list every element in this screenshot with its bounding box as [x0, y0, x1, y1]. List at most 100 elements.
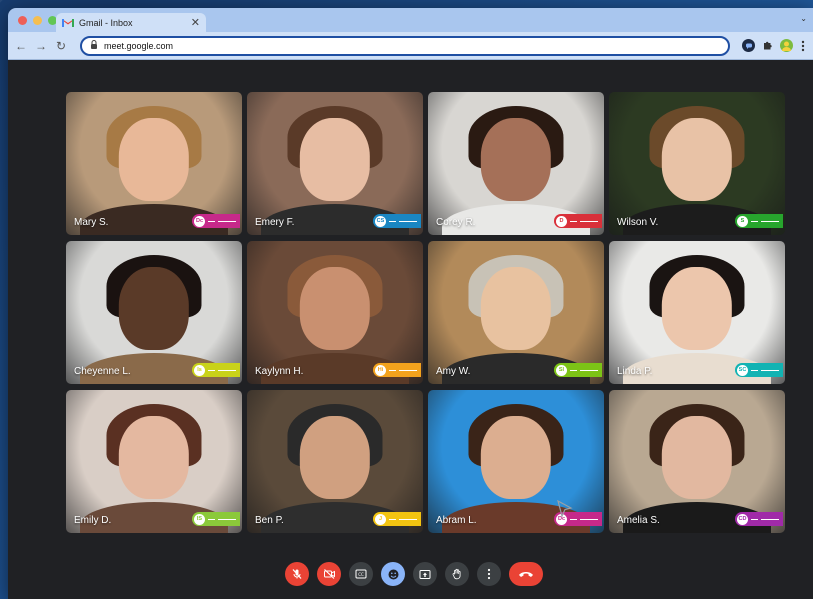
badge-line [580, 369, 598, 371]
participant-badge: Hi [373, 363, 421, 377]
badge-line [761, 369, 779, 371]
minimize-window-button[interactable] [33, 16, 42, 25]
participant-name: Amelia S. [617, 515, 660, 526]
back-icon[interactable]: ← [14, 39, 28, 53]
participant-name: Wilson V. [617, 217, 659, 228]
camera-off-icon [323, 568, 336, 580]
badge-line [218, 220, 236, 222]
participant-initials: Is [194, 364, 205, 376]
participant-badge: S [735, 214, 783, 228]
participant-tile[interactable]: Mary S. Dc [66, 92, 242, 235]
captions-icon: CC [355, 569, 367, 579]
portrait-face [118, 415, 190, 499]
camera-off-button[interactable] [317, 562, 341, 586]
reload-icon[interactable]: ↻ [54, 39, 68, 53]
avatar-extension-icon[interactable] [780, 39, 793, 52]
participant-tile[interactable]: Cheyenne L. Is [66, 241, 242, 384]
mic-off-button[interactable] [285, 562, 309, 586]
badge-dash [751, 220, 758, 222]
emoji-button[interactable] [381, 562, 405, 586]
leave-call-button[interactable] [509, 562, 543, 586]
portrait-face [661, 415, 733, 499]
participant-tile[interactable]: Abram L. Dc [428, 390, 604, 533]
portrait-face [299, 117, 371, 201]
present-button[interactable] [413, 562, 437, 586]
participant-initials: J [375, 513, 386, 525]
badge-line [580, 220, 598, 222]
badge-line [399, 369, 417, 371]
participant-name: Linda P. [617, 366, 653, 377]
participant-name: Amy W. [436, 366, 471, 377]
more-menu-icon[interactable] [799, 39, 807, 52]
close-window-button[interactable] [18, 16, 27, 25]
window-controls [18, 16, 57, 25]
participant-badge: Dc [192, 214, 240, 228]
participant-badge: IS [192, 512, 240, 526]
participant-name: Corey R. [436, 217, 476, 228]
participant-name: Emily D. [74, 515, 112, 526]
address-bar: ← → ↻ meet.google.com [8, 32, 813, 60]
participant-tile[interactable]: Kaylynn H. Hi [247, 241, 423, 384]
participant-initials: IS [194, 513, 205, 525]
tab-strip: Gmail - Inbox ✕ ⌄ [8, 8, 813, 32]
browser-tab[interactable]: Gmail - Inbox ✕ [56, 13, 206, 32]
participant-initials: Sl [556, 364, 567, 376]
browser-window: Gmail - Inbox ✕ ⌄ ← → ↻ meet.google.com [8, 8, 813, 599]
participant-tile[interactable]: Wilson V. S [609, 92, 785, 235]
portrait-face [480, 266, 552, 350]
participant-badge: CS [373, 214, 421, 228]
portrait-face [661, 266, 733, 350]
url-text: meet.google.com [104, 40, 174, 51]
badge-dash [389, 518, 396, 520]
participant-initials: S [737, 215, 748, 227]
participant-initials: D [556, 215, 567, 227]
portrait-face [118, 117, 190, 201]
participant-tile[interactable]: Amelia S. CD [609, 390, 785, 533]
participant-tile[interactable]: Ben P. J [247, 390, 423, 533]
badge-dash [570, 369, 577, 371]
badge-line [761, 220, 779, 222]
emoji-icon [387, 568, 400, 581]
url-input[interactable]: meet.google.com [80, 35, 730, 56]
more-options-button[interactable] [477, 562, 501, 586]
participant-tile[interactable]: Emily D. IS [66, 390, 242, 533]
portrait-face [299, 415, 371, 499]
portrait-face [118, 266, 190, 350]
participant-badge: Is [192, 363, 240, 377]
svg-text:CC: CC [358, 572, 364, 577]
extension-toolbar [742, 39, 807, 52]
participant-tile[interactable]: Linda P. SC [609, 241, 785, 384]
participant-tile[interactable]: Emery F. CS [247, 92, 423, 235]
participant-initials: Dc [194, 215, 205, 227]
raise-hand-button[interactable] [445, 562, 469, 586]
badge-line [399, 220, 417, 222]
participant-name: Abram L. [436, 515, 477, 526]
participant-badge: D [554, 214, 602, 228]
participant-badge: J [373, 512, 421, 526]
participant-badge: Sl [554, 363, 602, 377]
mouse-pointer-icon [557, 500, 573, 518]
chat-extension-icon[interactable] [742, 39, 755, 52]
tab-list-chevron-icon[interactable]: ⌄ [800, 14, 807, 23]
participant-initials: SC [737, 364, 748, 376]
badge-line [580, 518, 598, 520]
badge-dash [389, 220, 396, 222]
forward-icon[interactable]: → [34, 39, 48, 53]
participant-name: Cheyenne L. [74, 366, 131, 377]
hang-up-icon [518, 570, 534, 578]
participant-initials: CS [375, 215, 386, 227]
badge-dash [208, 518, 215, 520]
captions-button[interactable]: CC [349, 562, 373, 586]
puzzle-extension-icon[interactable] [761, 39, 774, 52]
close-tab-icon[interactable]: ✕ [191, 16, 200, 29]
participant-initials: CD [737, 513, 748, 525]
raise-hand-icon [451, 568, 463, 580]
participant-tile[interactable]: Amy W. Sl [428, 241, 604, 384]
badge-dash [208, 220, 215, 222]
participant-tile[interactable]: Corey R. D [428, 92, 604, 235]
tab-title: Gmail - Inbox [79, 17, 133, 28]
participant-badge: SC [735, 363, 783, 377]
badge-line [399, 518, 417, 520]
badge-dash [389, 369, 396, 371]
badge-dash [208, 369, 215, 371]
